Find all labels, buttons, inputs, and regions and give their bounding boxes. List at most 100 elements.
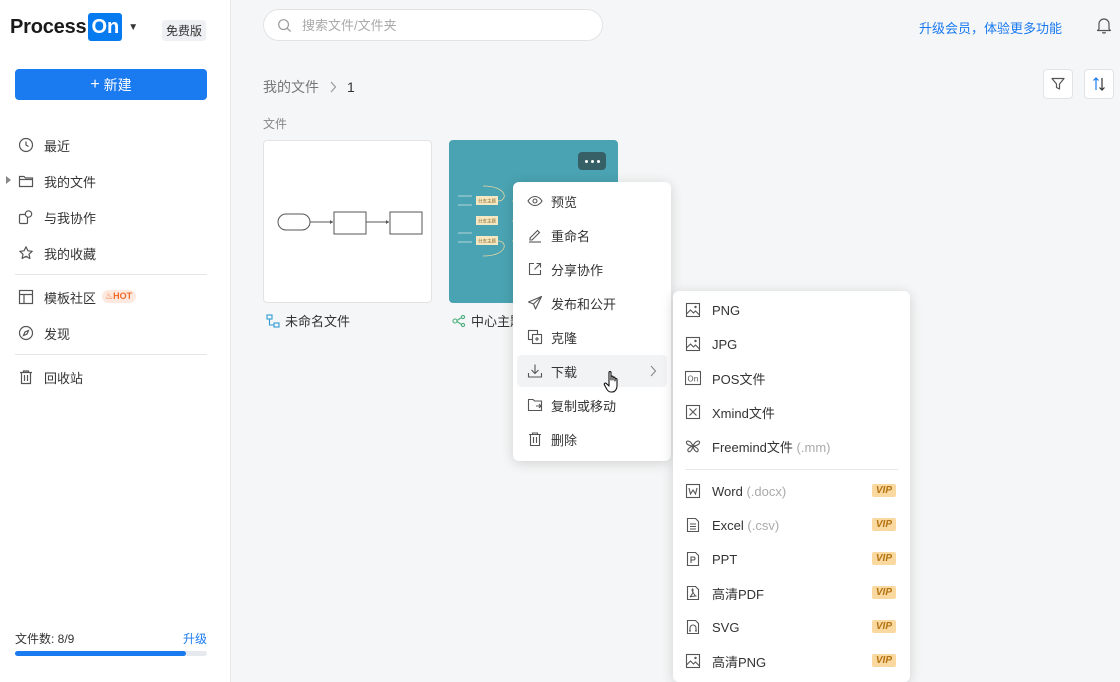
- processon-file-icon: On: [685, 370, 701, 386]
- download-icon: [527, 363, 543, 379]
- vip-badge: VIP: [871, 518, 896, 531]
- plan-badge: 免费版: [162, 20, 207, 41]
- menu-item-clone[interactable]: 克隆: [517, 321, 667, 353]
- menu-item-label: 克隆: [551, 330, 578, 346]
- sidebar-item-favorites[interactable]: 我的收藏: [0, 239, 231, 267]
- menu-item-label: 删除: [551, 432, 578, 448]
- sidebar-item-recent[interactable]: 最近: [0, 131, 231, 159]
- logo-on: On: [88, 13, 123, 41]
- sidebar-item-my-files[interactable]: 我的文件: [0, 167, 231, 195]
- menu-item-delete[interactable]: 删除: [517, 423, 667, 455]
- svg-file-icon: [685, 619, 701, 635]
- download-jpg[interactable]: JPG: [677, 328, 906, 360]
- menu-item-rename[interactable]: 重命名: [517, 219, 667, 251]
- image-icon: [685, 336, 701, 352]
- download-pdf[interactable]: 高清PDF VIP: [677, 577, 906, 609]
- more-options-button[interactable]: [578, 152, 606, 170]
- vip-badge: VIP: [871, 586, 896, 599]
- sidebar-item-collaborate[interactable]: 与我协作: [0, 203, 231, 231]
- sort-icon: [1092, 76, 1106, 92]
- vip-badge: VIP: [871, 552, 896, 565]
- caret-right-icon[interactable]: [6, 176, 11, 184]
- sidebar-item-discover[interactable]: 发现: [0, 319, 231, 347]
- download-xmind[interactable]: Xmind文件: [677, 396, 906, 428]
- download-label: SVG: [712, 619, 740, 635]
- send-icon: [527, 295, 543, 311]
- section-label-files: 文件: [263, 117, 288, 131]
- ppt-file-icon: [685, 551, 701, 567]
- upgrade-member-link[interactable]: 升级会员，体验更多功能: [919, 18, 1062, 37]
- image-icon: [685, 653, 701, 669]
- download-label: PNG: [712, 302, 741, 318]
- menu-item-preview[interactable]: 预览: [517, 185, 667, 217]
- dot: [596, 159, 600, 163]
- sort-button[interactable]: [1084, 69, 1114, 99]
- breadcrumb: 我的文件 1: [263, 77, 355, 97]
- sidebar: Process On ▼ 免费版 + 新建 最近 我的文件 与我协作 我的收藏 …: [0, 0, 231, 682]
- menu-item-share[interactable]: 分享协作: [517, 253, 667, 285]
- pencil-icon: [527, 227, 543, 243]
- download-label: Freemind文件 (.mm): [712, 439, 831, 455]
- new-button[interactable]: + 新建: [15, 69, 207, 100]
- sidebar-divider: [15, 354, 207, 355]
- chevron-right-icon: [649, 364, 657, 378]
- flowchart-thumbnail: [277, 211, 423, 235]
- logo[interactable]: Process On ▼: [10, 13, 138, 41]
- xmind-icon: [685, 404, 701, 420]
- download-label: Xmind文件: [712, 405, 775, 421]
- download-label: Excel (.csv): [712, 517, 780, 533]
- menu-item-label: 发布和公开: [551, 296, 617, 312]
- download-png[interactable]: PNG: [677, 294, 906, 326]
- mindmap-thumb-label: 分支主题: [478, 238, 496, 245]
- breadcrumb-current: 1: [347, 79, 355, 95]
- file-title-text: 未命名文件: [285, 314, 351, 329]
- search-box[interactable]: [263, 9, 603, 41]
- download-svg[interactable]: SVG VIP: [677, 611, 906, 643]
- menu-item-label: 预览: [551, 194, 578, 210]
- sidebar-item-templates[interactable]: 模板社区 ♨HOT: [0, 283, 231, 311]
- plus-icon: +: [90, 75, 100, 93]
- download-pos[interactable]: On POS文件: [677, 362, 906, 394]
- quota-progress-fill: [15, 651, 186, 656]
- file-title[interactable]: 未命名文件: [266, 311, 350, 330]
- star-icon: [18, 245, 34, 261]
- file-context-menu: 预览 重命名 分享协作 发布和公开 克隆 下载 复制或移动 删除: [513, 182, 671, 461]
- search-icon: [277, 18, 292, 33]
- menu-item-download[interactable]: 下载: [517, 355, 667, 387]
- sidebar-item-label: 模板社区: [44, 290, 97, 306]
- pos-icon-text: On: [687, 374, 698, 383]
- flame-icon: ♨: [105, 291, 114, 301]
- bell-icon[interactable]: [1096, 16, 1112, 34]
- download-excel[interactable]: Excel (.csv) VIP: [677, 509, 906, 541]
- chevron-down-icon[interactable]: ▼: [128, 22, 138, 33]
- breadcrumb-my-files[interactable]: 我的文件: [263, 77, 319, 97]
- download-label: JPG: [712, 336, 738, 352]
- file-card-flowchart[interactable]: [263, 140, 432, 303]
- excel-file-icon: [685, 517, 701, 533]
- download-freemind[interactable]: Freemind文件 (.mm): [677, 430, 906, 462]
- download-word[interactable]: Word (.docx) VIP: [677, 475, 906, 507]
- dot: [590, 159, 594, 163]
- collaborate-icon: [18, 209, 34, 225]
- menu-item-copy-move[interactable]: 复制或移动: [517, 389, 667, 421]
- download-submenu: PNG JPG On POS文件 Xmind文件 Freemind文件 (.mm…: [673, 291, 910, 682]
- flowchart-icon: [266, 313, 280, 328]
- trash-icon: [18, 369, 34, 385]
- sidebar-item-label: 发现: [44, 326, 71, 342]
- eye-icon: [527, 193, 543, 209]
- download-label: POS文件: [712, 371, 766, 387]
- compass-icon: [18, 325, 34, 341]
- folder-move-icon: [527, 397, 543, 413]
- quota-upgrade-link[interactable]: 升级: [183, 630, 207, 647]
- search-input[interactable]: [302, 17, 582, 33]
- menu-item-publish[interactable]: 发布和公开: [517, 287, 667, 319]
- download-label: PPT: [712, 551, 738, 567]
- download-hd-png[interactable]: 高清PNG VIP: [677, 645, 906, 677]
- submenu-divider: [685, 469, 898, 470]
- filter-button[interactable]: [1043, 69, 1073, 99]
- mindmap-thumb-label: 分支主题: [478, 198, 496, 205]
- download-ppt[interactable]: PPT VIP: [677, 543, 906, 575]
- sidebar-item-label: 回收站: [44, 370, 84, 386]
- sidebar-item-trash[interactable]: 回收站: [0, 363, 231, 391]
- trash-icon: [527, 431, 543, 447]
